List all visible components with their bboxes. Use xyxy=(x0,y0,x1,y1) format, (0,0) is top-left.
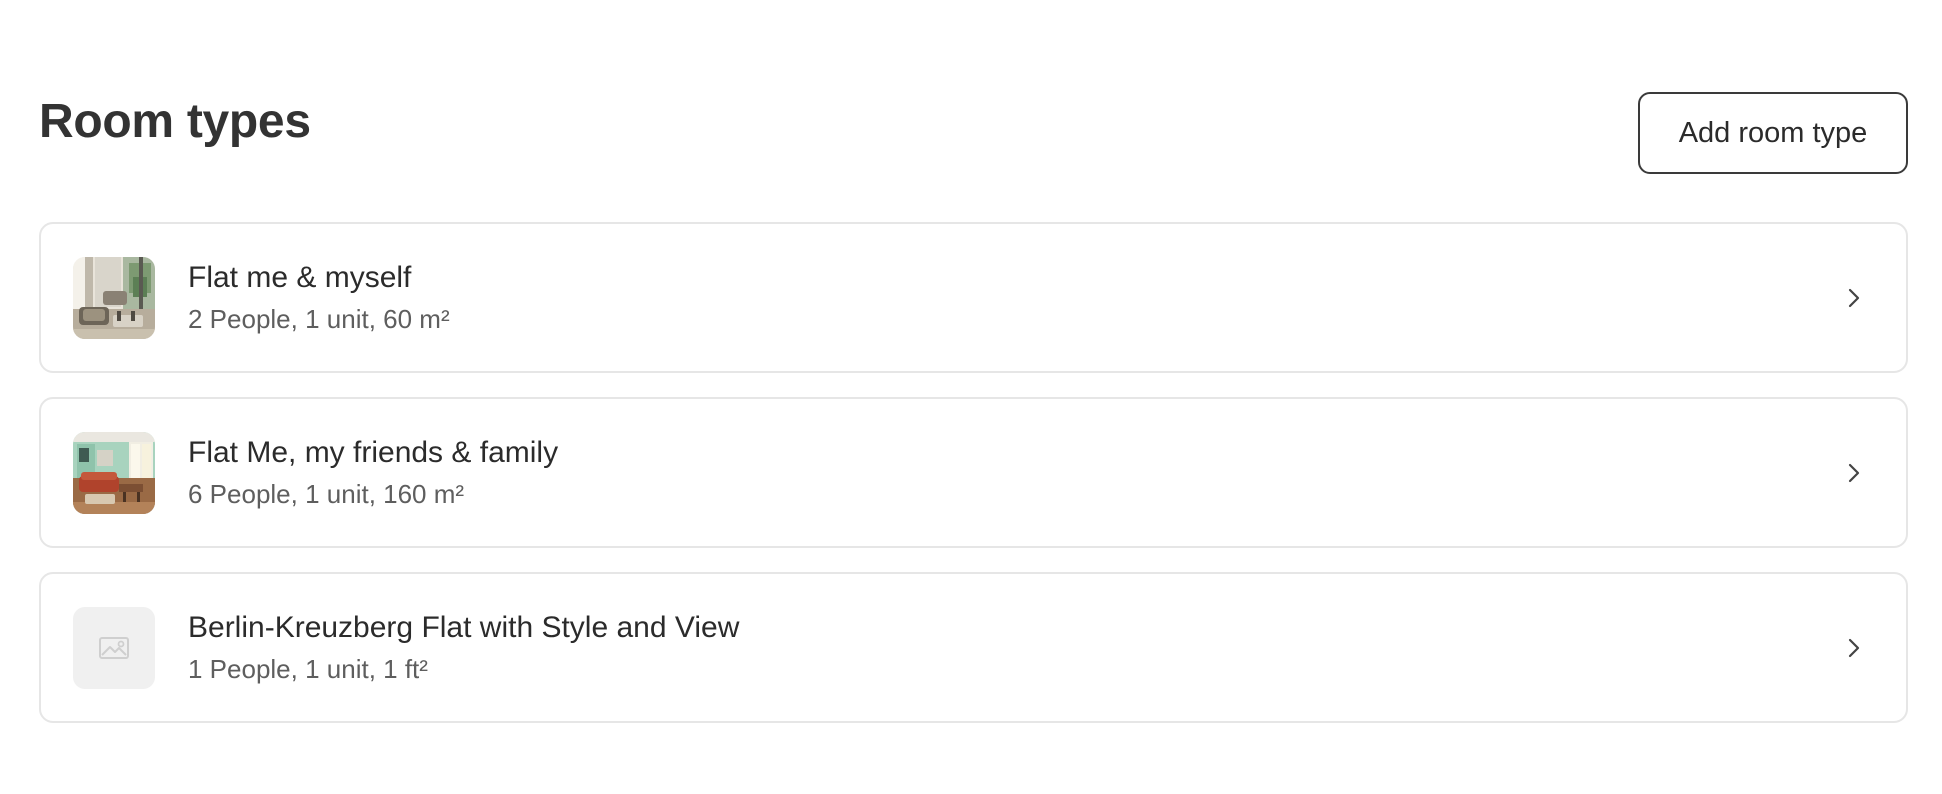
room-type-details: 1 People, 1 unit, 1 ft² xyxy=(188,654,428,684)
room-type-name: Flat me & myself xyxy=(188,261,412,294)
add-room-type-button[interactable]: Add room type xyxy=(1638,92,1908,174)
room-thumbnail xyxy=(73,257,155,339)
room-type-list: Flat me & myself 2 People, 1 unit, 60 m² xyxy=(39,222,1908,747)
chevron-right-icon xyxy=(1848,638,1860,658)
room-type-name: Berlin-Kreuzberg Flat with Style and Vie… xyxy=(188,611,740,644)
room-thumbnail xyxy=(73,607,155,689)
chevron-right-icon xyxy=(1848,288,1860,308)
page-title: Room types xyxy=(39,95,311,148)
room-types-page: Room types Add room type Flat me & mysel… xyxy=(0,0,1942,794)
room-type-details: 6 People, 1 unit, 160 m² xyxy=(188,479,465,509)
chevron-right-icon xyxy=(1848,463,1860,483)
room-type-name: Flat Me, my friends & family xyxy=(188,436,559,469)
room-thumbnail xyxy=(73,432,155,514)
room-type-card[interactable]: Flat me & myself 2 People, 1 unit, 60 m² xyxy=(39,222,1908,373)
room-type-card[interactable]: Berlin-Kreuzberg Flat with Style and Vie… xyxy=(39,572,1908,723)
image-placeholder-icon xyxy=(99,637,129,659)
room-type-card[interactable]: Flat Me, my friends & family 6 People, 1… xyxy=(39,397,1908,548)
room-type-details: 2 People, 1 unit, 60 m² xyxy=(188,304,450,334)
